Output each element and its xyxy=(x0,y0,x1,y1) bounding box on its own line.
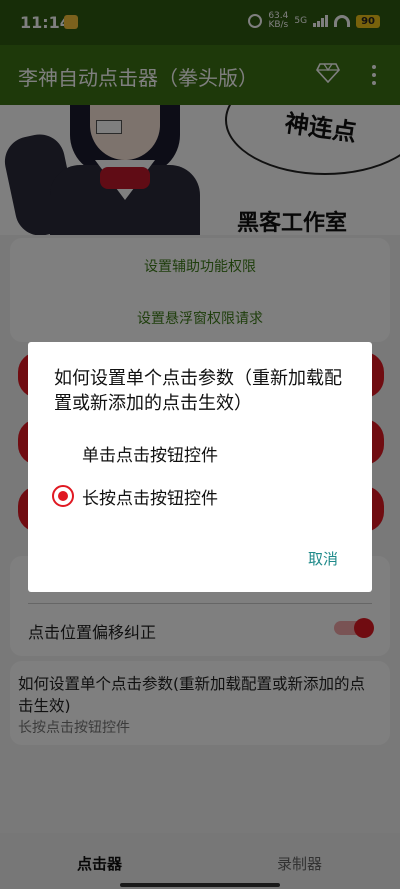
option-long-press[interactable]: 长按点击按钮控件 xyxy=(82,484,218,509)
radio-selected-icon[interactable] xyxy=(52,485,74,507)
click-param-dialog: 如何设置单个点击参数（重新加载配置或新添加的点击生效） 单击点击按钮控件 长按点… xyxy=(28,342,372,592)
cancel-button[interactable]: 取消 xyxy=(308,548,338,569)
dialog-title: 如何设置单个点击参数（重新加载配置或新添加的点击生效） xyxy=(54,368,342,414)
option-single-click[interactable]: 单击点击按钮控件 xyxy=(82,441,218,466)
